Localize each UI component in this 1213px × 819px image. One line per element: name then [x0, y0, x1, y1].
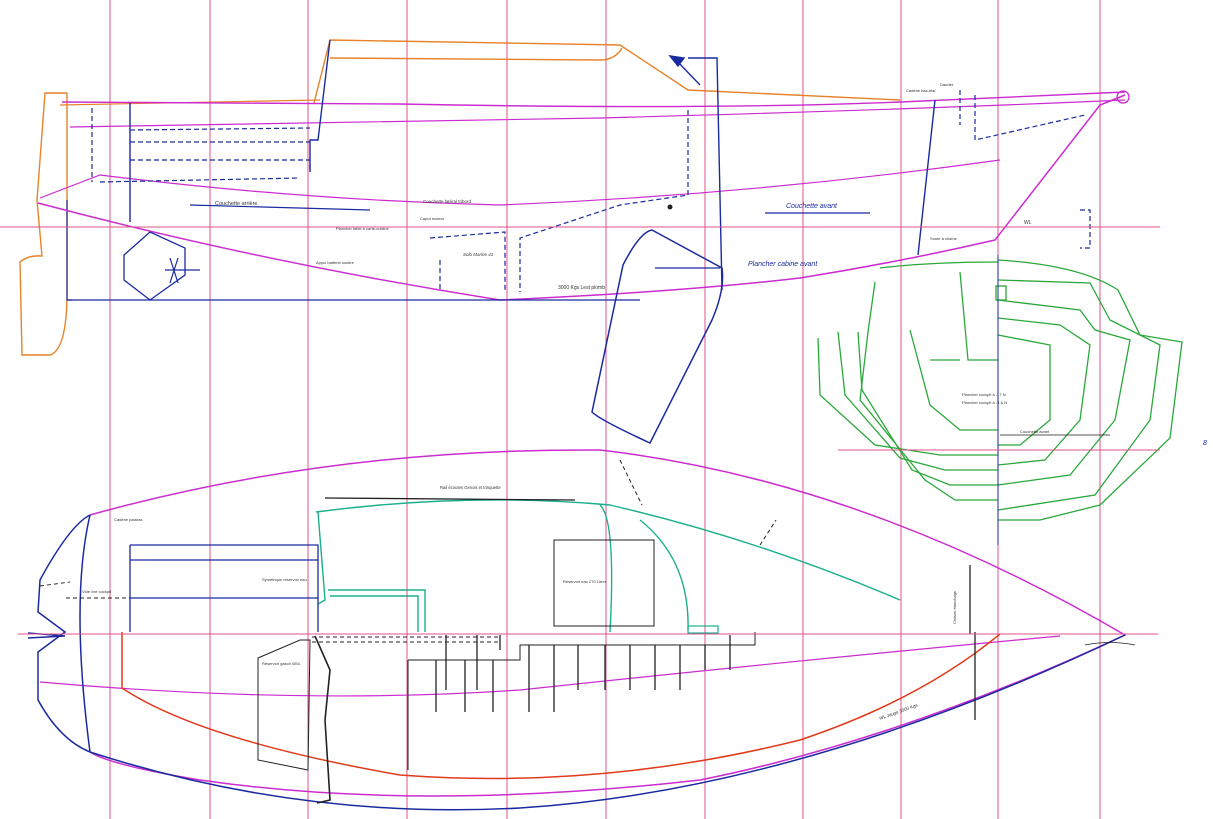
- label-appui-batterie: Appui batterie soutire: [316, 260, 355, 265]
- cockpit-well: [930, 271, 998, 361]
- label-couchette-arriere: Couchette arrière: [215, 201, 258, 207]
- label-lest-plomb: 3000 Kgs Lest plomb: [558, 285, 605, 291]
- label-wl-short: WL: [1024, 220, 1032, 226]
- frames-plan: [435, 635, 731, 712]
- rail-ecoutes-line: [324, 497, 576, 501]
- propeller-icon: [165, 257, 200, 284]
- label-couchette-avant-section: Couchette avant: [1020, 429, 1050, 434]
- chain-plate-dashes: [619, 459, 777, 546]
- label-rail-ecoutes: Rail écoutes Genois et trinquette: [440, 485, 501, 490]
- label-reservoir-eau: Réservoir eau 270 Litres: [563, 579, 607, 584]
- interior-dashed-aft: [91, 108, 311, 183]
- label-capot-moteur: Capot moteur: [420, 216, 445, 221]
- hull-profile: [37, 94, 1126, 301]
- section-4: [859, 261, 999, 501]
- cockpit-sole-bars: [314, 635, 331, 804]
- body-plan-sections: [817, 259, 1183, 521]
- rudder-outline: [19, 92, 68, 356]
- label-daudet: Daudet: [940, 82, 954, 87]
- label-solo-marine: Solo Marine 41: [463, 252, 494, 257]
- sheer-line: [61, 91, 1126, 108]
- label-vide-cockpit: Vide vire cockpit: [82, 589, 112, 594]
- label-plancher-cockpit-1: Plancher cockpit à -17 N: [962, 392, 1006, 397]
- forward-bulkhead: [917, 99, 936, 256]
- stem-fitting-plan: [1084, 642, 1136, 646]
- label-couchette-laterale: Couchette latéral tribord: [423, 199, 472, 204]
- label-symetrique-reservoir: Symétrique réservoir eau: [262, 577, 307, 582]
- cabin-sole-line: [39, 159, 1001, 206]
- profile-view: [0, 39, 1160, 444]
- deck-line: [69, 99, 1126, 128]
- section-5: [909, 329, 998, 431]
- coachroof-plan: [315, 499, 901, 633]
- label-plancher-table: Plancher table à carte-cuisine: [336, 226, 389, 231]
- label-cadene-bas-etai: Cadène bas-étai: [906, 88, 935, 93]
- label-couchette-avant: Couchette avant: [786, 203, 838, 210]
- keel-fin: [591, 229, 724, 444]
- cockpit-bulkhead: [309, 39, 331, 172]
- deck-hatch: [687, 625, 719, 634]
- cloison-etanche-line: [969, 565, 976, 720]
- label-reservoir-gasoil: Réservoir gasoil 400L: [262, 661, 301, 666]
- edge-mark: 8: [1203, 440, 1207, 447]
- section-7: [997, 279, 1161, 511]
- aft-berth: [129, 544, 319, 632]
- section-9: [997, 317, 1091, 466]
- plan-view: [18, 449, 1158, 811]
- rudder-stock: [66, 200, 72, 301]
- cockpit-seats-plan: [328, 589, 426, 632]
- label-cloison-etanche: Cloison étanchage: [952, 590, 957, 624]
- galley-plan: [407, 632, 756, 770]
- label-soute-chaine: Soute à chaîne: [930, 236, 958, 241]
- coachroof-outline: [313, 39, 901, 104]
- hull-waterplane: [89, 634, 1126, 811]
- mast-foot-point: [667, 204, 673, 210]
- label-wl-3000: WL Jauge 3000 Kgs: [879, 702, 919, 721]
- label-cadene-pataras: Cadène pataras: [114, 517, 142, 522]
- section-3: [857, 331, 998, 486]
- label-plancher-cockpit-2: Plancher cockpit à -3 & N: [962, 400, 1007, 405]
- yacht-lines-drawing: Couchette arrière Couchette latéral trib…: [0, 0, 1207, 819]
- label-plancher-cabine-avant: Plancher cabine avant: [748, 261, 818, 268]
